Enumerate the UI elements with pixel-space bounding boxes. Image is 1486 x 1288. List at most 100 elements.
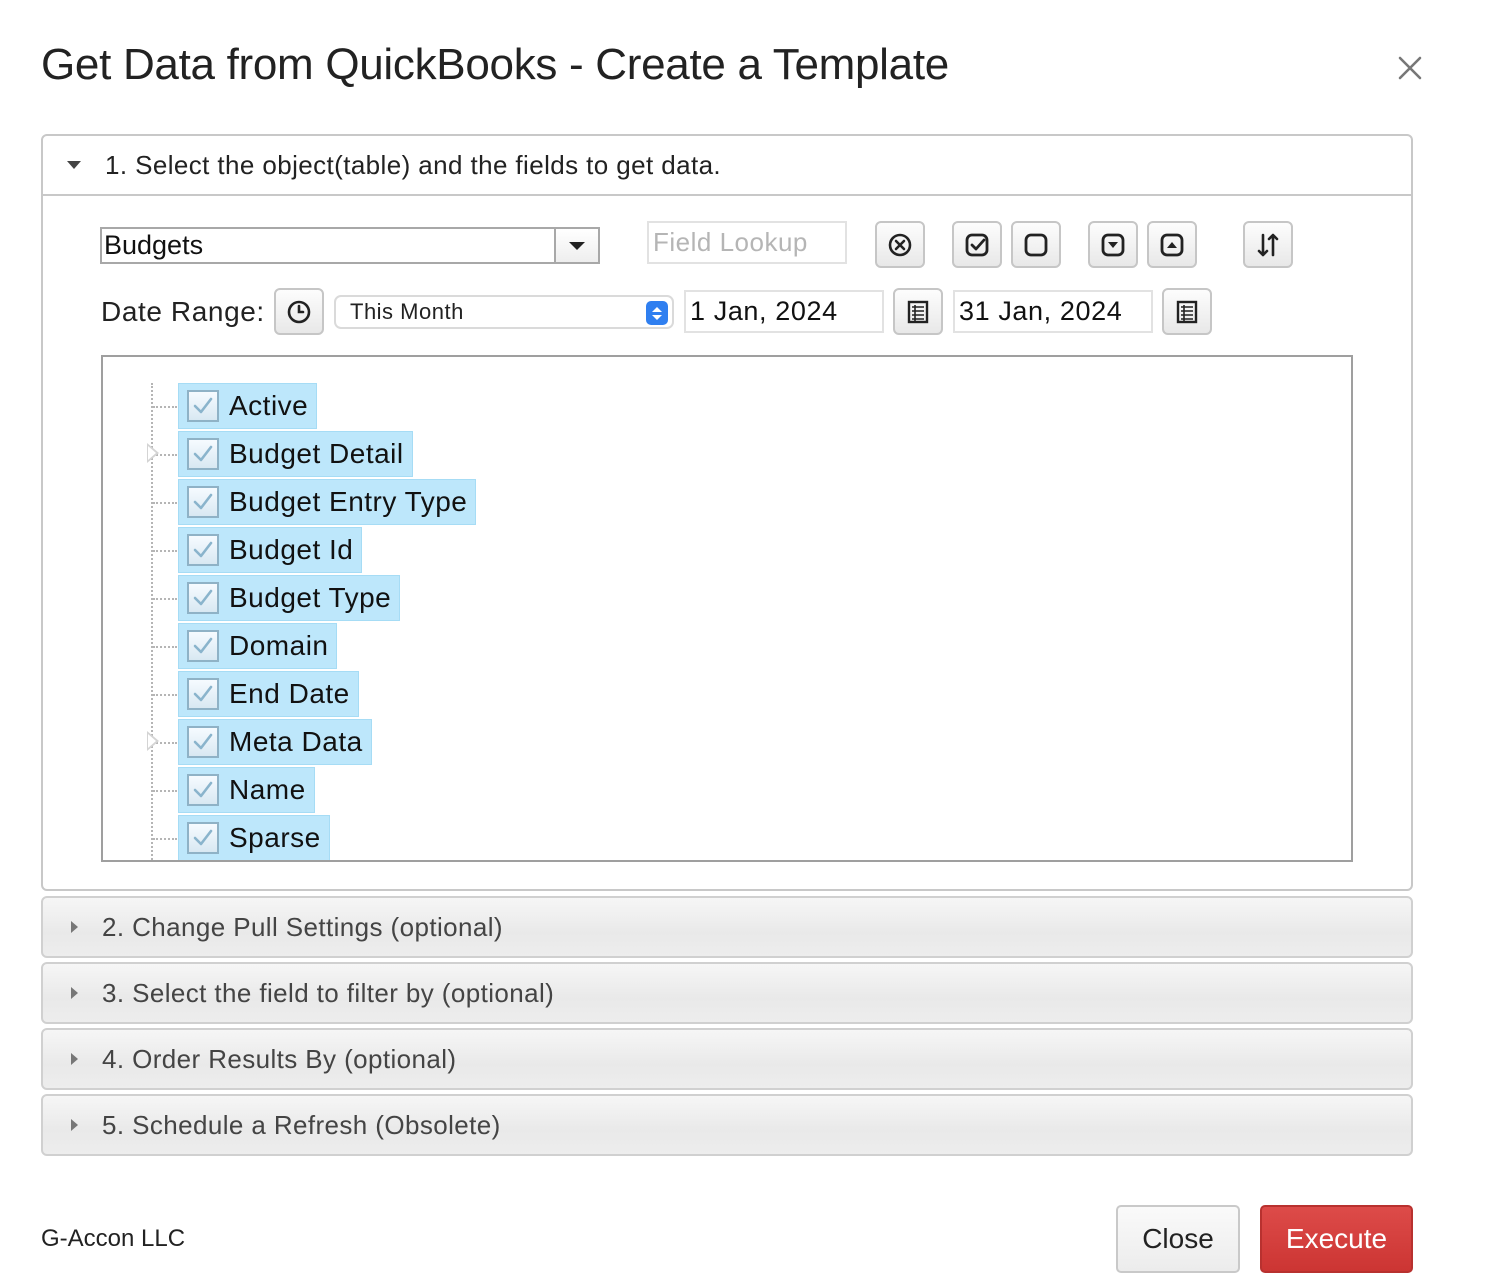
section2-title: 2. Change Pull Settings (optional) bbox=[102, 911, 503, 942]
object-select[interactable]: Budgets bbox=[100, 227, 600, 264]
section1-header[interactable]: 1. Select the object(table) and the fiel… bbox=[43, 136, 1411, 196]
select-stepper-icon bbox=[646, 301, 668, 325]
checkbox-checked-icon[interactable] bbox=[187, 534, 219, 566]
date-range-label: Date Range: bbox=[101, 296, 265, 327]
field-item-label: Domain bbox=[229, 630, 329, 661]
caret-right-icon bbox=[71, 1053, 78, 1065]
clock-icon bbox=[287, 300, 311, 323]
tree-node: Budget Type bbox=[103, 575, 703, 621]
checkbox-checked-icon[interactable] bbox=[187, 582, 219, 614]
caret-right-icon bbox=[71, 987, 78, 999]
object-select-value: Budgets bbox=[102, 229, 556, 262]
tree-connector bbox=[153, 550, 177, 552]
field-item-label: Name bbox=[229, 774, 306, 805]
uncheck-all-button[interactable] bbox=[1011, 221, 1061, 268]
dialog: Get Data from QuickBooks - Create a Temp… bbox=[0, 0, 1486, 1288]
dialog-title: Get Data from QuickBooks - Create a Temp… bbox=[41, 40, 949, 89]
field-item[interactable]: Budget Type bbox=[178, 575, 401, 621]
start-date-input[interactable] bbox=[684, 290, 884, 333]
tree-connector bbox=[153, 406, 177, 408]
tree-connector bbox=[153, 598, 177, 600]
start-date-calendar-button[interactable] bbox=[893, 288, 943, 335]
date-preset-value: This Month bbox=[350, 299, 464, 324]
field-item[interactable]: Budget Id bbox=[178, 527, 363, 573]
close-button[interactable]: Close bbox=[1116, 1205, 1240, 1273]
collapse-all-icon bbox=[1160, 233, 1184, 256]
checkbox-checked-icon[interactable] bbox=[187, 726, 219, 758]
tree-node: Budget Entry Type bbox=[103, 479, 703, 525]
caret-down-icon bbox=[67, 161, 81, 169]
check-all-icon bbox=[965, 233, 989, 256]
section5-title: 5. Schedule a Refresh (Obsolete) bbox=[102, 1109, 501, 1140]
expand-all-button[interactable] bbox=[1088, 221, 1138, 268]
clear-lookup-button[interactable] bbox=[875, 221, 925, 268]
caret-right-icon bbox=[71, 921, 78, 933]
field-tree: Active Budget Detail Budget Entry Type Budg… bbox=[101, 355, 1353, 862]
clear-circle-icon bbox=[888, 233, 912, 256]
field-item-label: Meta Data bbox=[229, 726, 363, 757]
calendar-icon bbox=[907, 300, 929, 323]
dropdown-arrow-icon[interactable] bbox=[556, 229, 598, 262]
tree-node: End Date bbox=[103, 671, 703, 717]
field-item[interactable]: Name bbox=[178, 767, 315, 813]
calendar-icon bbox=[1176, 300, 1198, 323]
checkbox-checked-icon[interactable] bbox=[187, 774, 219, 806]
execute-button[interactable]: Execute bbox=[1260, 1205, 1413, 1273]
uncheck-all-icon bbox=[1024, 233, 1048, 256]
sort-button[interactable] bbox=[1243, 221, 1293, 268]
checkbox-checked-icon[interactable] bbox=[187, 630, 219, 662]
field-item-label: Sparse bbox=[229, 822, 321, 853]
section-schedule-refresh[interactable]: 5. Schedule a Refresh (Obsolete) bbox=[41, 1094, 1413, 1156]
end-date-input[interactable] bbox=[953, 290, 1153, 333]
field-item-label: End Date bbox=[229, 678, 350, 709]
checkbox-checked-icon[interactable] bbox=[187, 822, 219, 854]
expand-arrow-icon[interactable] bbox=[147, 443, 159, 463]
field-item-label: Budget Entry Type bbox=[229, 486, 468, 517]
tree-node: Name bbox=[103, 767, 703, 813]
expand-arrow-icon[interactable] bbox=[147, 731, 159, 751]
tree-node: Budget Id bbox=[103, 527, 703, 573]
sort-icon bbox=[1257, 233, 1279, 256]
caret-right-icon bbox=[71, 1119, 78, 1131]
checkbox-checked-icon[interactable] bbox=[187, 678, 219, 710]
section4-title: 4. Order Results By (optional) bbox=[102, 1043, 457, 1074]
section-filter-field[interactable]: 3. Select the field to filter by (option… bbox=[41, 962, 1413, 1024]
tree-connector bbox=[153, 694, 177, 696]
collapse-all-button[interactable] bbox=[1147, 221, 1197, 268]
tree-connector bbox=[153, 790, 177, 792]
checkbox-checked-icon[interactable] bbox=[187, 438, 219, 470]
end-date-calendar-button[interactable] bbox=[1162, 288, 1212, 335]
tree-node: Domain bbox=[103, 623, 703, 669]
field-item[interactable]: End Date bbox=[178, 671, 359, 717]
tree-node: Sparse bbox=[103, 815, 703, 860]
field-item-label: Budget Detail bbox=[229, 438, 404, 469]
field-item[interactable]: Active bbox=[178, 383, 318, 429]
section1-title: 1. Select the object(table) and the fiel… bbox=[105, 149, 722, 180]
section3-title: 3. Select the field to filter by (option… bbox=[102, 977, 555, 1008]
check-all-button[interactable] bbox=[952, 221, 1002, 268]
close-icon[interactable] bbox=[1390, 48, 1430, 88]
field-item-label: Budget Type bbox=[229, 582, 392, 613]
tree-node: Budget Detail bbox=[103, 431, 703, 477]
expand-all-icon bbox=[1101, 233, 1125, 256]
field-item[interactable]: Meta Data bbox=[178, 719, 372, 765]
field-item[interactable]: Budget Entry Type bbox=[178, 479, 477, 525]
date-preset-select[interactable]: This Month bbox=[334, 295, 674, 329]
tree-connector bbox=[153, 646, 177, 648]
field-item[interactable]: Domain bbox=[178, 623, 338, 669]
section-order-results[interactable]: 4. Order Results By (optional) bbox=[41, 1028, 1413, 1090]
field-lookup-input[interactable] bbox=[647, 221, 847, 264]
company-name: G-Accon LLC bbox=[41, 1225, 186, 1252]
checkbox-checked-icon[interactable] bbox=[187, 486, 219, 518]
field-item[interactable]: Sparse bbox=[178, 815, 330, 860]
field-item-label: Budget Id bbox=[229, 534, 354, 565]
tree-connector bbox=[153, 502, 177, 504]
tree-connector bbox=[153, 838, 177, 840]
section-pull-settings[interactable]: 2. Change Pull Settings (optional) bbox=[41, 896, 1413, 958]
field-item[interactable]: Budget Detail bbox=[178, 431, 413, 477]
field-item-label: Active bbox=[229, 390, 309, 421]
tree-node: Active bbox=[103, 383, 703, 429]
tree-node: Meta Data bbox=[103, 719, 703, 765]
checkbox-checked-icon[interactable] bbox=[187, 390, 219, 422]
date-range-clock-button[interactable] bbox=[274, 288, 324, 335]
